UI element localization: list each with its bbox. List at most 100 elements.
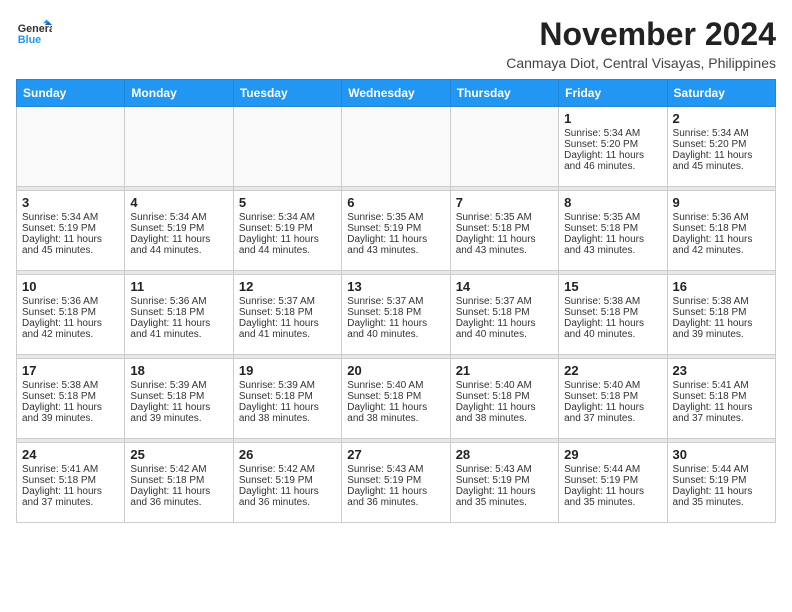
day-info-line: Sunrise: 5:37 AM — [456, 296, 553, 307]
day-info-line: Sunset: 5:19 PM — [239, 475, 336, 486]
day-info-line: Sunrise: 5:35 AM — [347, 212, 444, 223]
day-info-line: Sunset: 5:18 PM — [673, 223, 770, 234]
calendar-cell: 19 Sunrise: 5:39 AMSunset: 5:18 PMDayligh… — [233, 359, 341, 439]
day-info-line: Sunrise: 5:34 AM — [130, 212, 227, 223]
month-title: November 2024 — [506, 16, 776, 53]
calendar-cell: 17Sunrise: 5:38 AMSunset: 5:18 PMDayligh… — [17, 359, 125, 439]
day-number: 16 — [673, 279, 770, 294]
calendar-cell: 12Sunrise: 5:37 AMSunset: 5:18 PMDayligh… — [233, 275, 341, 355]
day-info-line: Sunrise: 5:41 AM — [22, 464, 119, 475]
calendar-cell: 25 Sunrise: 5:42 AMSunset: 5:18 PMDayligh… — [125, 443, 233, 523]
day-number: 13 — [347, 279, 444, 294]
day-info-line: Sunset: 5:19 PM — [564, 475, 661, 486]
day-number: 7 — [456, 195, 553, 210]
calendar-cell: 9Sunrise: 5:36 AMSunset: 5:18 PMDaylight… — [667, 191, 775, 271]
day-info-line: Sunrise: 5:44 AM — [673, 464, 770, 475]
day-info-line: Sunrise: 5:43 AM — [347, 464, 444, 475]
day-info-line: Daylight: 11 hours and 35 minutes. — [564, 486, 661, 508]
day-info-line: Sunset: 5:18 PM — [456, 223, 553, 234]
calendar-cell: 3Sunrise: 5:34 AMSunset: 5:19 PMDaylight… — [17, 191, 125, 271]
day-info-line: Daylight: 11 hours and 40 minutes. — [564, 318, 661, 340]
day-number: 2 — [673, 111, 770, 126]
day-info-line: Sunrise: 5:34 AM — [22, 212, 119, 223]
day-header-thursday: Thursday — [450, 80, 558, 107]
day-header-sunday: Sunday — [17, 80, 125, 107]
day-number: 8 — [564, 195, 661, 210]
calendar-cell: 24Sunrise: 5:41 AMSunset: 5:18 PMDayligh… — [17, 443, 125, 523]
day-number: 5 — [239, 195, 336, 210]
calendar-cell: 27Sunrise: 5:43 AMSunset: 5:19 PMDayligh… — [342, 443, 450, 523]
calendar-cell: 28Sunrise: 5:43 AMSunset: 5:19 PMDayligh… — [450, 443, 558, 523]
day-info-line: Daylight: 11 hours and 43 minutes. — [564, 234, 661, 256]
calendar-cell: 10Sunrise: 5:36 AMSunset: 5:18 PMDayligh… — [17, 275, 125, 355]
day-info-line: Sunrise: 5:34 AM — [673, 128, 770, 139]
day-info-line: Sunset: 5:19 PM — [673, 475, 770, 486]
day-info-line: Sunrise: 5:38 AM — [564, 296, 661, 307]
day-header-tuesday: Tuesday — [233, 80, 341, 107]
calendar-cell: 30Sunrise: 5:44 AMSunset: 5:19 PMDayligh… — [667, 443, 775, 523]
day-number: 26 — [239, 447, 336, 462]
day-info-line: Daylight: 11 hours and 35 minutes. — [456, 486, 553, 508]
day-info-line: Sunrise: 5:41 AM — [673, 380, 770, 391]
day-info-line: Daylight: 11 hours and 36 minutes. — [130, 486, 227, 508]
calendar-cell: 14Sunrise: 5:37 AMSunset: 5:18 PMDayligh… — [450, 275, 558, 355]
calendar-cell: 2Sunrise: 5:34 AMSunset: 5:20 PMDaylight… — [667, 107, 775, 187]
day-number: 12 — [239, 279, 336, 294]
day-number: 11 — [130, 279, 227, 294]
day-info-line: Sunrise: 5:36 AM — [22, 296, 119, 307]
day-info-line: Sunset: 5:19 PM — [22, 223, 119, 234]
calendar-cell: 26Sunrise: 5:42 AMSunset: 5:19 PMDayligh… — [233, 443, 341, 523]
calendar-cell — [450, 107, 558, 187]
calendar-cell: 18Sunrise: 5:39 AMSunset: 5:18 PMDayligh… — [125, 359, 233, 439]
day-info-line: Daylight: 11 hours and 35 minutes. — [673, 486, 770, 508]
day-info-line: Sunset: 5:18 PM — [130, 475, 227, 486]
calendar-cell: 6Sunrise: 5:35 AMSunset: 5:19 PMDaylight… — [342, 191, 450, 271]
day-info-line: Daylight: 11 hours and 43 minutes. — [347, 234, 444, 256]
day-info-line: Sunrise: 5:35 AM — [456, 212, 553, 223]
day-info-line: Daylight: 11 hours and 38 minutes. — [456, 402, 553, 424]
day-info-line: Sunrise: 5:42 AM — [130, 464, 227, 475]
day-info-line: Daylight: 11 hours and 40 minutes. — [456, 318, 553, 340]
day-info-line: Sunset: 5:18 PM — [239, 391, 336, 402]
day-info-line: Sunset: 5:18 PM — [130, 307, 227, 318]
day-info-line: Daylight: 11 hours and 46 minutes. — [564, 150, 661, 172]
day-info-line: Sunrise: 5:40 AM — [456, 380, 553, 391]
day-info-line: Daylight: 11 hours and 42 minutes. — [673, 234, 770, 256]
day-info-line: Sunset: 5:18 PM — [564, 307, 661, 318]
calendar-cell: 11 Sunrise: 5:36 AMSunset: 5:18 PMDayligh… — [125, 275, 233, 355]
day-info-line: Sunrise: 5:40 AM — [347, 380, 444, 391]
day-info-line: Daylight: 11 hours and 37 minutes. — [673, 402, 770, 424]
day-info-line: Sunset: 5:18 PM — [673, 391, 770, 402]
day-number: 1 — [564, 111, 661, 126]
day-info-line: Sunset: 5:19 PM — [347, 475, 444, 486]
day-info-line: Daylight: 11 hours and 38 minutes. — [239, 402, 336, 424]
day-info-line: Daylight: 11 hours and 41 minutes. — [130, 318, 227, 340]
day-number: 3 — [22, 195, 119, 210]
day-info-line: Sunset: 5:19 PM — [347, 223, 444, 234]
calendar-cell: 29Sunrise: 5:44 AMSunset: 5:19 PMDayligh… — [559, 443, 667, 523]
day-number: 9 — [673, 195, 770, 210]
day-number: 4 — [130, 195, 227, 210]
calendar-cell: 8Sunrise: 5:35 AMSunset: 5:18 PMDaylight… — [559, 191, 667, 271]
day-info-line: Sunset: 5:18 PM — [564, 223, 661, 234]
day-info-line: Daylight: 11 hours and 42 minutes. — [22, 318, 119, 340]
day-number: 21 — [456, 363, 553, 378]
day-info-line: Sunset: 5:19 PM — [130, 223, 227, 234]
day-info-line: Daylight: 11 hours and 43 minutes. — [456, 234, 553, 256]
calendar-cell: 23Sunrise: 5:41 AMSunset: 5:18 PMDayligh… — [667, 359, 775, 439]
day-number: 28 — [456, 447, 553, 462]
day-info-line: Sunset: 5:18 PM — [456, 307, 553, 318]
day-number: 19 — [239, 363, 336, 378]
day-info-line: Sunrise: 5:38 AM — [22, 380, 119, 391]
calendar-cell: 4Sunrise: 5:34 AMSunset: 5:19 PMDaylight… — [125, 191, 233, 271]
day-number: 22 — [564, 363, 661, 378]
calendar-cell — [125, 107, 233, 187]
week-row-5: 24Sunrise: 5:41 AMSunset: 5:18 PMDayligh… — [17, 443, 776, 523]
day-header-monday: Monday — [125, 80, 233, 107]
day-info-line: Sunrise: 5:36 AM — [130, 296, 227, 307]
day-number: 25 — [130, 447, 227, 462]
day-info-line: Daylight: 11 hours and 36 minutes. — [239, 486, 336, 508]
day-info-line: Sunset: 5:18 PM — [22, 307, 119, 318]
calendar-cell — [17, 107, 125, 187]
day-info-line: Sunrise: 5:39 AM — [239, 380, 336, 391]
